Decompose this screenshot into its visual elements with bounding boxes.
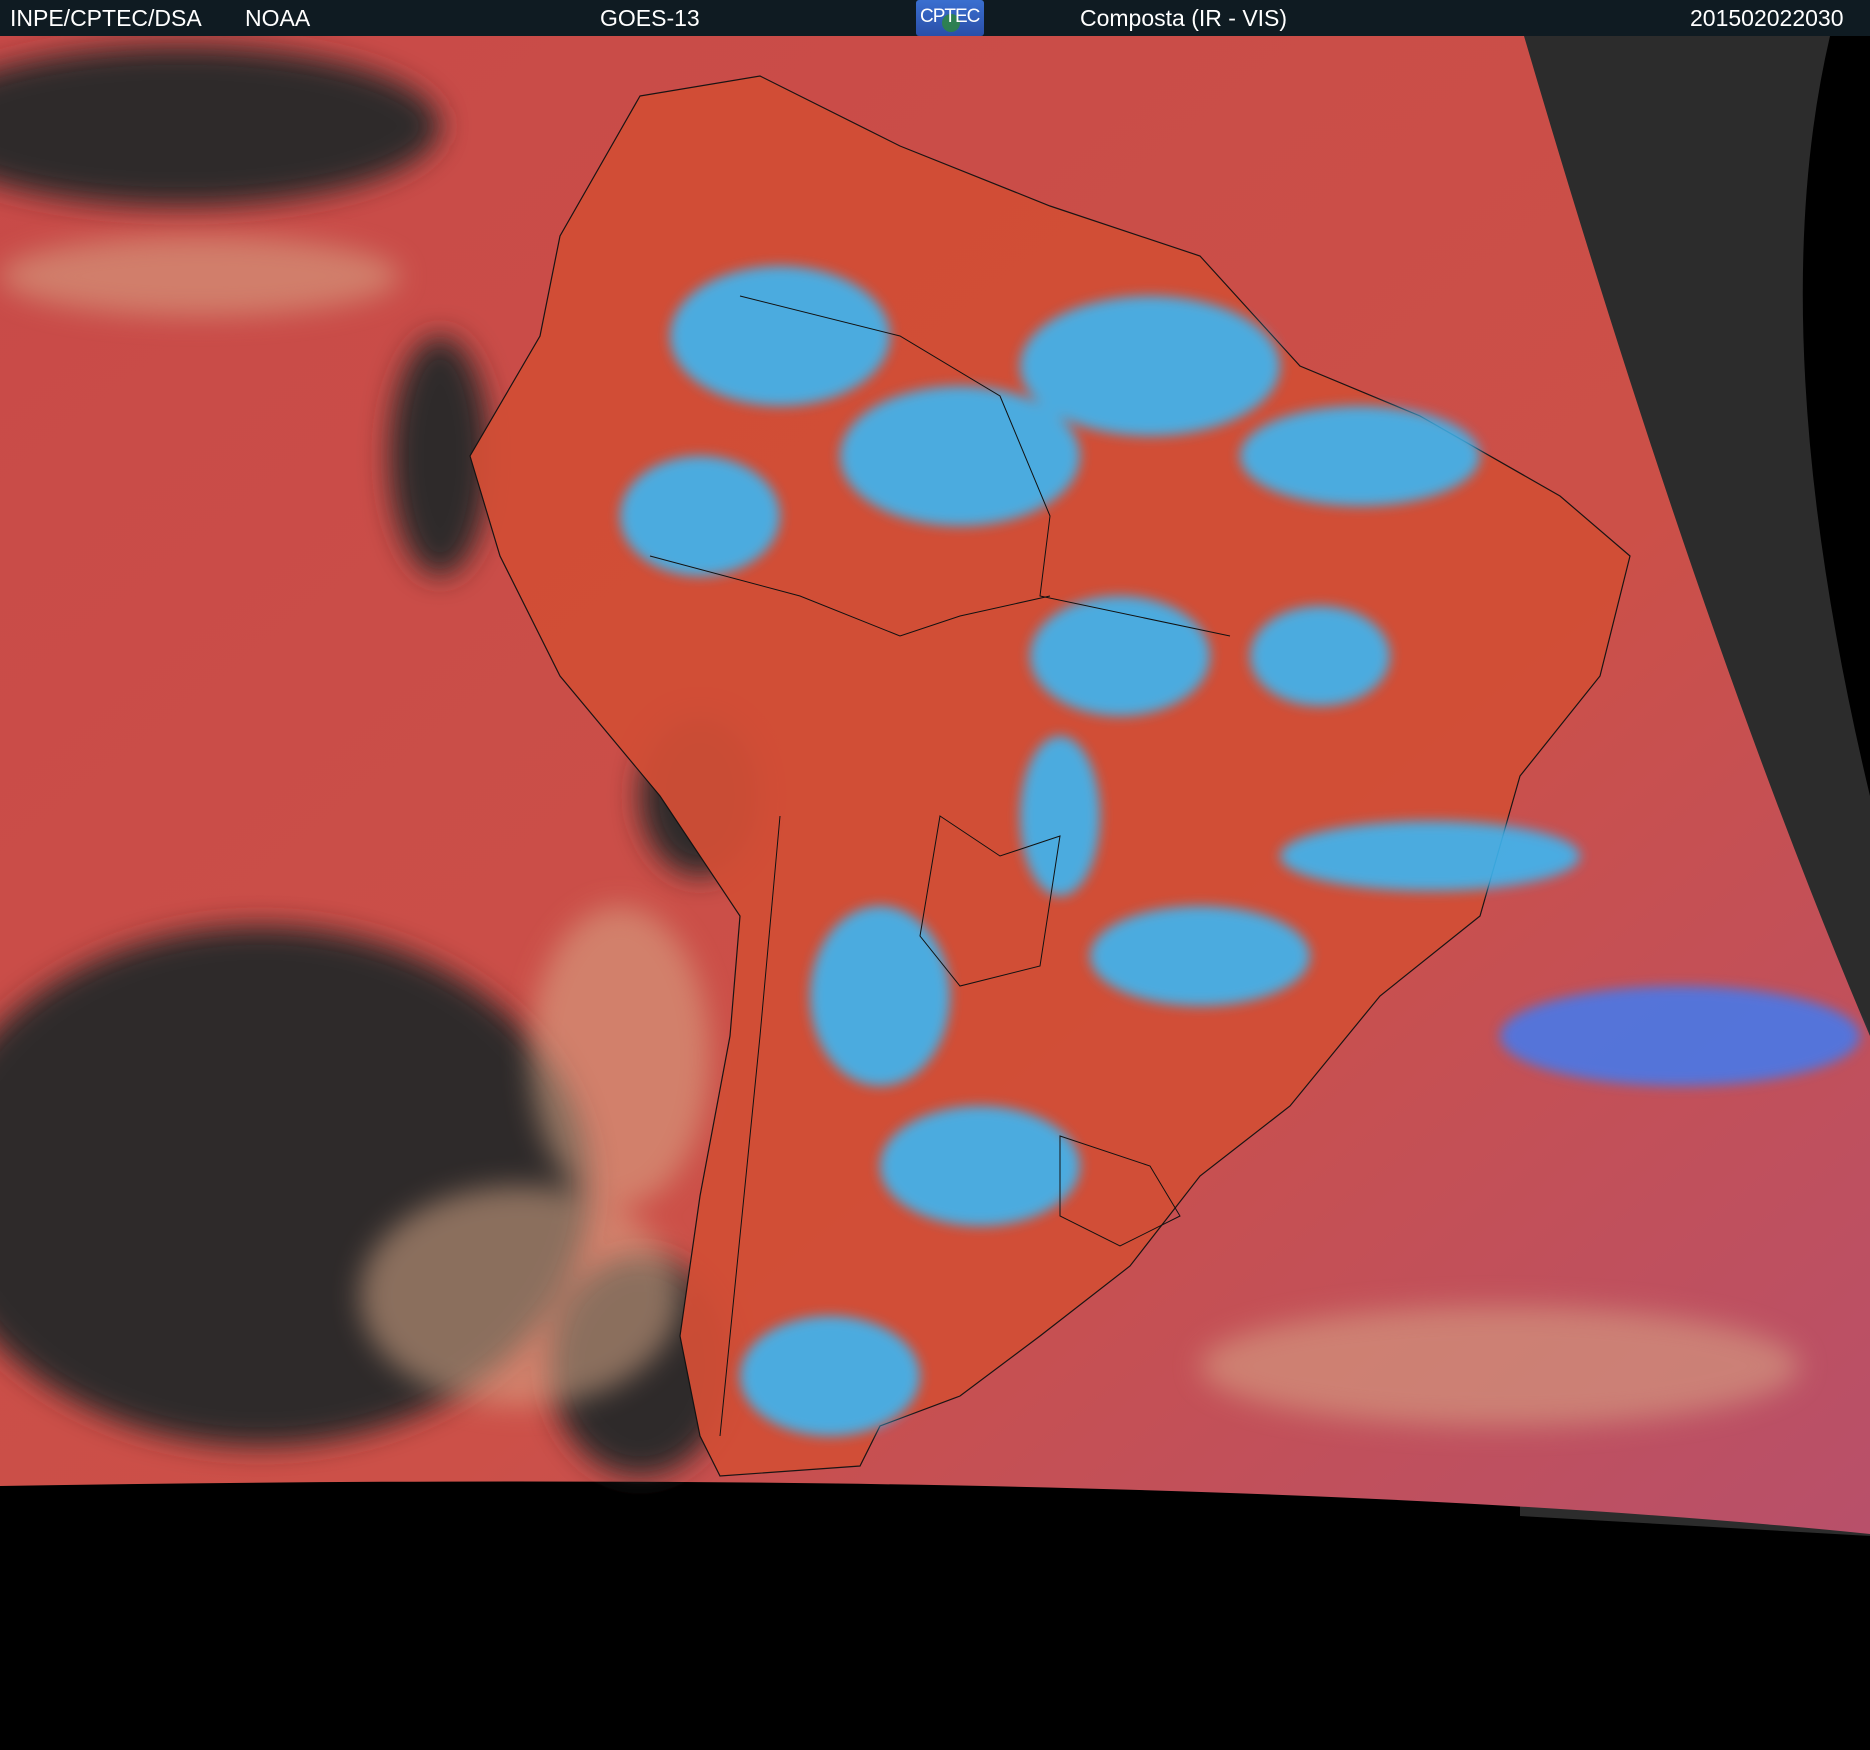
satellite-image: [0, 36, 1870, 1750]
cptec-logo: CPTEC: [916, 0, 984, 36]
timestamp-label: 201502022030: [1690, 5, 1844, 31]
satellite-label: GOES-13: [600, 5, 700, 31]
image-header: INPE/CPTEC/DSA NOAA GOES-13 CPTEC Compos…: [0, 0, 1870, 36]
logo-text: CPTEC: [920, 6, 980, 27]
partner-label: NOAA: [245, 5, 311, 31]
product-label: Composta (IR - VIS): [1080, 5, 1288, 31]
agency-label: INPE/CPTEC/DSA: [10, 5, 202, 31]
